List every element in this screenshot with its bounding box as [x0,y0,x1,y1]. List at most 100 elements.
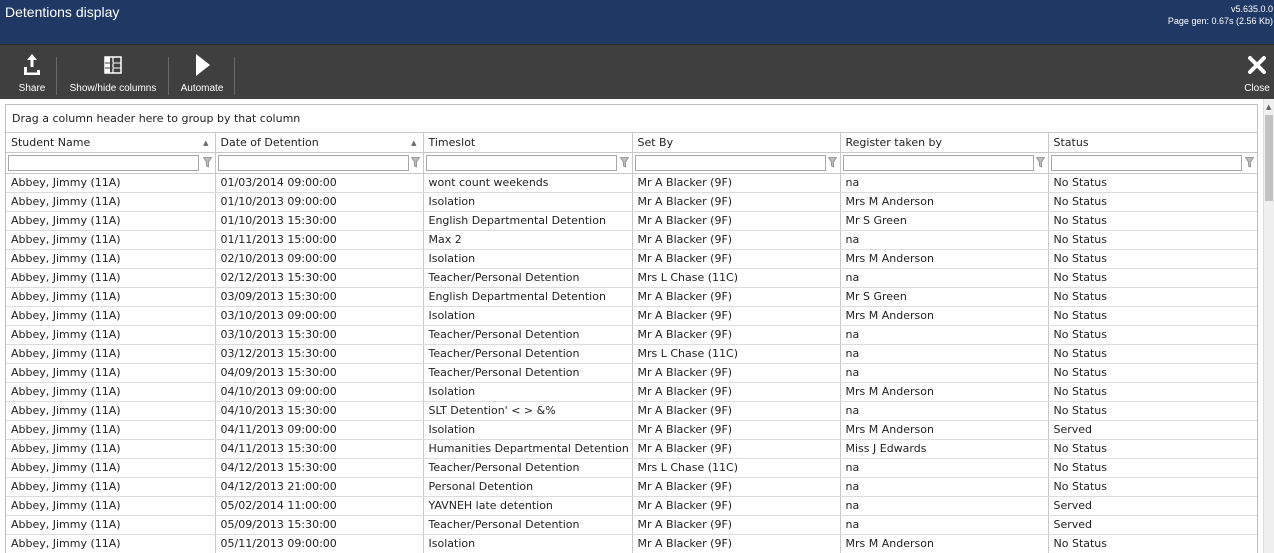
table-row[interactable]: Abbey, Jimmy (11A) 02/10/2013 09:00:00 Iso… [6,249,1257,269]
column-header-timeslot[interactable]: Timeslot [423,133,633,153]
cell-set-by: Mr A Blacker (9F) [632,306,841,326]
column-header-student-name[interactable]: Student Name ▲ [6,133,216,153]
play-icon [170,52,234,78]
table-row[interactable]: Abbey, Jimmy (11A) 04/10/2013 15:30:00 SLT… [6,401,1257,421]
close-label: Close [1244,83,1270,94]
cell-student-name: Abbey, Jimmy (11A) [6,477,216,497]
cell-student-name: Abbey, Jimmy (11A) [6,344,216,364]
toolbar-divider [234,57,235,95]
cell-timeslot: Isolation [423,249,633,269]
cell-set-by: Mrs L Chase (11C) [632,458,841,478]
header-row: Student Name ▲ Date of Detention ▲ Timeslo… [6,133,1257,153]
cell-register-taken-by: na [840,363,1049,383]
table-row[interactable]: Abbey, Jimmy (11A) 03/09/2013 15:30:00 Eng… [6,287,1257,307]
close-icon [1240,52,1274,78]
filter-funnel-icon[interactable] [1035,156,1045,168]
column-header-label: Register taken by [845,135,943,149]
cell-date-of-detention: 01/03/2014 09:00:00 [215,173,424,193]
cell-status: No Status [1048,192,1257,212]
scrollbar-thumb[interactable] [1265,115,1273,201]
show-hide-columns-button[interactable]: Show/hide columns [58,45,168,99]
table-row[interactable]: Abbey, Jimmy (11A) 01/11/2013 15:00:00 Max… [6,230,1257,250]
filter-input-set-by[interactable] [634,154,826,171]
column-header-label: Timeslot [428,135,476,149]
table-row[interactable]: Abbey, Jimmy (11A) 01/10/2013 09:00:00 Iso… [6,192,1257,212]
cell-date-of-detention: 05/11/2013 09:00:00 [215,534,424,553]
cell-date-of-detention: 01/10/2013 09:00:00 [215,192,424,212]
table-row[interactable]: Abbey, Jimmy (11A) 05/11/2013 09:00:00 Iso… [6,534,1257,553]
table-row[interactable]: Abbey, Jimmy (11A) 03/10/2013 09:00:00 Iso… [6,306,1257,326]
cell-timeslot: Teacher/Personal Detention [423,515,633,535]
group-by-panel[interactable]: Drag a column header here to group by th… [6,105,1257,133]
detentions-app: Detentions display v5.635.0.0 Page gen: … [0,0,1274,553]
column-header-label: Set By [637,135,674,149]
cell-date-of-detention: 03/10/2013 09:00:00 [215,306,424,326]
filter-funnel-icon[interactable] [410,156,420,168]
filter-input-timeslot[interactable] [425,154,617,171]
cell-status: No Status [1048,268,1257,288]
column-header-date-of-detention[interactable]: Date of Detention ▲ [215,133,424,153]
table-row[interactable]: Abbey, Jimmy (11A) 04/12/2013 15:30:00 Tea… [6,458,1257,478]
scroll-up-arrow-icon[interactable]: ▲ [1266,103,1271,111]
cell-status: No Status [1048,306,1257,326]
cell-status: No Status [1048,249,1257,269]
filter-input-register-taken-by[interactable] [842,154,1034,171]
filter-input-date-of-detention[interactable] [217,154,409,171]
filter-funnel-icon[interactable] [1244,156,1254,168]
cell-student-name: Abbey, Jimmy (11A) [6,192,216,212]
column-header-label: Student Name [11,135,91,149]
cell-status: No Status [1048,382,1257,402]
cell-register-taken-by: Mrs M Anderson [840,420,1049,440]
table-row[interactable]: Abbey, Jimmy (11A) 04/11/2013 15:30:00 Hum… [6,439,1257,459]
cell-student-name: Abbey, Jimmy (11A) [6,287,216,307]
table-row[interactable]: Abbey, Jimmy (11A) 01/10/2013 15:30:00 Eng… [6,211,1257,231]
table-row[interactable]: Abbey, Jimmy (11A) 03/12/2013 15:30:00 Tea… [6,344,1257,364]
table-row[interactable]: Abbey, Jimmy (11A) 01/03/2014 09:00:00 won… [6,173,1257,193]
table-row[interactable]: Abbey, Jimmy (11A) 05/09/2013 15:30:00 Tea… [6,515,1257,535]
automate-button[interactable]: Automate [170,45,234,99]
cell-student-name: Abbey, Jimmy (11A) [6,306,216,326]
table-row[interactable]: Abbey, Jimmy (11A) 04/12/2013 21:00:00 Per… [6,477,1257,497]
column-header-set-by[interactable]: Set By [632,133,841,153]
cell-date-of-detention: 03/12/2013 15:30:00 [215,344,424,364]
filter-input-status[interactable] [1050,154,1242,171]
table-body: Abbey, Jimmy (11A) 01/03/2014 09:00:00 won… [6,173,1257,553]
table-row[interactable]: Abbey, Jimmy (11A) 05/02/2014 11:00:00 YAV… [6,496,1257,516]
cell-student-name: Abbey, Jimmy (11A) [6,496,216,516]
cell-student-name: Abbey, Jimmy (11A) [6,439,216,459]
filter-input-student-name[interactable] [8,154,199,171]
cell-register-taken-by: na [840,268,1049,288]
cell-register-taken-by: Mr S Green [840,287,1049,307]
cell-register-taken-by: Mrs M Anderson [840,382,1049,402]
cell-timeslot: YAVNEH late detention [423,496,633,516]
cell-status: No Status [1048,477,1257,497]
cell-register-taken-by: Mrs M Anderson [840,534,1049,553]
column-header-status[interactable]: Status [1048,133,1257,153]
filter-cell [423,152,633,174]
filter-funnel-icon[interactable] [619,156,629,168]
automate-label: Automate [180,83,224,94]
cell-timeslot: Humanities Departmental Detention [423,439,633,459]
share-button[interactable]: Share [8,45,56,99]
cell-set-by: Mr A Blacker (9F) [632,192,841,212]
table-row[interactable]: Abbey, Jimmy (11A) 04/09/2013 15:30:00 Tea… [6,363,1257,383]
table-row[interactable]: Abbey, Jimmy (11A) 03/10/2013 15:30:00 Tea… [6,325,1257,345]
table-row[interactable]: Abbey, Jimmy (11A) 04/11/2013 09:00:00 Iso… [6,420,1257,440]
toolbar-divider [168,57,169,95]
cell-timeslot: Teacher/Personal Detention [423,268,633,288]
cell-status: No Status [1048,458,1257,478]
version-label: v5.635.0.0 [1230,4,1273,14]
cell-register-taken-by: na [840,496,1049,516]
close-button[interactable]: Close [1240,45,1274,99]
cell-student-name: Abbey, Jimmy (11A) [6,515,216,535]
filter-funnel-icon[interactable] [827,156,837,168]
table-row[interactable]: Abbey, Jimmy (11A) 02/12/2013 15:30:00 Tea… [6,268,1257,288]
column-header-register-taken-by[interactable]: Register taken by [840,133,1049,153]
table-row[interactable]: Abbey, Jimmy (11A) 04/10/2013 09:00:00 Iso… [6,382,1257,402]
sort-asc-icon: ▲ [203,139,209,147]
vertical-scrollbar[interactable]: ▲ [1263,99,1274,553]
cell-student-name: Abbey, Jimmy (11A) [6,230,216,250]
cell-set-by: Mr A Blacker (9F) [632,477,841,497]
filter-funnel-icon[interactable] [202,156,212,168]
columns-icon [58,52,168,78]
